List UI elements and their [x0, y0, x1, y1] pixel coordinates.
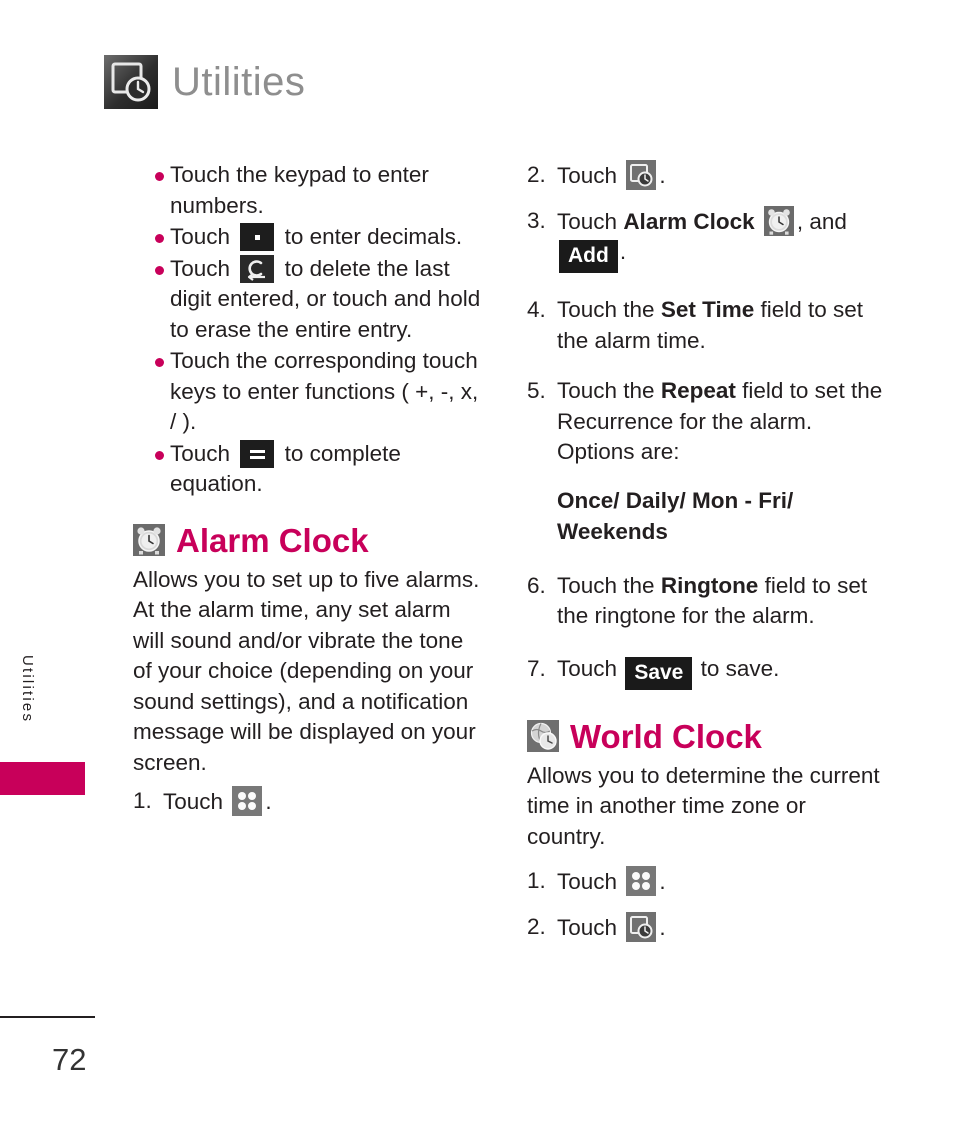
calculator-tips-list: Touch the keypad to enter numbers. Touch… — [133, 160, 488, 500]
save-button[interactable]: Save — [625, 656, 693, 690]
step-number: 1. — [133, 788, 152, 813]
alarm-clock-steps-right: 2. Touch . 3. Touch Alarm Clock , and Ad… — [527, 160, 887, 690]
step-text-pre: Touch the — [557, 297, 655, 322]
step-text-pre: Touch — [557, 869, 618, 894]
list-item-text-pre: Touch — [170, 440, 231, 466]
side-tab-label: Utilities — [19, 655, 36, 724]
right-column: 2. Touch . 3. Touch Alarm Clock , and Ad… — [527, 160, 887, 957]
list-item-text-pre: Touch — [170, 224, 231, 249]
list-item: 2. Touch . — [527, 911, 887, 944]
section-heading-world-clock: World Clock — [527, 720, 887, 753]
step-text-pre: Touch — [557, 208, 618, 234]
section-title: Alarm Clock — [176, 521, 369, 559]
page-title: Utilities — [172, 60, 306, 104]
list-item: 2. Touch . — [527, 160, 887, 192]
list-item-text: Touch the keypad to enter numbers. — [170, 162, 429, 218]
clear-backspace-key-icon[interactable] — [240, 254, 275, 283]
list-item-text-post: to enter decimals. — [284, 224, 463, 249]
list-item: Touch to delete the last digit entered, … — [133, 254, 488, 346]
section-title: World Clock — [570, 717, 762, 755]
list-item: Touch the keypad to enter numbers. — [133, 160, 488, 221]
step-text-pre: Touch — [557, 163, 618, 188]
left-column: Touch the keypad to enter numbers. Touch… — [133, 160, 488, 834]
step-number: 4. — [527, 297, 546, 322]
step-text-bold: Alarm Clock — [623, 208, 755, 234]
list-item: Touch to complete equation. — [133, 439, 488, 500]
step-text-post: . — [619, 239, 627, 264]
step-text-bold: Repeat — [660, 378, 736, 403]
step-number: 6. — [527, 572, 546, 598]
step-text-pre: Touch the — [557, 378, 655, 403]
list-item: 6. Touch the Ringtone field to set the r… — [527, 571, 887, 632]
bullet-dot-icon — [155, 265, 164, 275]
list-item: 1. Touch . — [527, 866, 887, 898]
bullet-dot-icon — [155, 358, 164, 367]
list-item: 3. Touch Alarm Clock , and Add. — [527, 205, 887, 273]
list-item-text: Touch the corresponding touch keys to en… — [170, 348, 479, 434]
utilities-clock-icon[interactable] — [626, 160, 657, 190]
step-text-mid: , and — [796, 208, 847, 234]
list-item: Touch to enter decimals. — [133, 222, 488, 253]
step-number: 1. — [527, 868, 546, 893]
side-tab-marker — [0, 762, 85, 795]
step-text-post: to save. — [700, 655, 780, 681]
world-clock-description: Allows you to determine the current time… — [527, 762, 880, 849]
step-number: 2. — [527, 162, 546, 187]
list-item-text-pre: Touch — [170, 255, 231, 281]
list-item: Touch the corresponding touch keys to en… — [133, 346, 488, 438]
step-text-post: . — [659, 914, 666, 940]
menu-grid-icon[interactable] — [232, 786, 263, 816]
step-number: 2. — [527, 913, 546, 939]
bullet-dot-icon — [155, 234, 164, 243]
bullet-dot-icon — [155, 450, 164, 460]
utilities-clock-icon — [104, 55, 158, 109]
world-clock-globe-icon — [527, 720, 559, 752]
repeat-options: Once/ Daily/ Mon - Fri/ Weekends — [557, 487, 794, 544]
page-header: Utilities — [104, 55, 305, 109]
step-text-post: . — [265, 789, 272, 814]
alarm-clock-steps-left: 1. Touch . — [133, 786, 488, 818]
step-number: 3. — [527, 207, 546, 233]
add-button[interactable]: Add — [559, 240, 618, 273]
menu-grid-icon[interactable] — [626, 866, 657, 896]
section-heading-alarm-clock: Alarm Clock — [133, 524, 488, 557]
step-text-post: . — [659, 869, 666, 894]
decimal-point-key-icon[interactable] — [240, 223, 275, 251]
step-text-pre: Touch — [557, 655, 618, 681]
step-text-pre: Touch the — [557, 572, 655, 598]
list-item: 5. Touch the Repeat field to set the Rec… — [527, 376, 887, 547]
list-item: 1. Touch . — [133, 786, 488, 818]
step-text-pre: Touch — [163, 789, 224, 814]
step-number: 7. — [527, 655, 546, 681]
equals-key-icon[interactable] — [240, 439, 275, 468]
list-item: 4. Touch the Set Time field to set the a… — [527, 295, 887, 356]
step-text-bold: Ringtone — [660, 572, 759, 598]
list-item: 7. Touch Save to save. — [527, 654, 887, 690]
step-text-post: . — [659, 163, 666, 188]
alarm-clock-description: Allows you to set up to five alarms. At … — [133, 566, 480, 775]
page-number: 72 — [52, 1042, 87, 1077]
alarm-clock-icon[interactable] — [763, 205, 794, 236]
step-number: 5. — [527, 378, 546, 403]
utilities-clock-icon[interactable] — [626, 911, 657, 942]
footer-divider — [0, 1016, 95, 1018]
alarm-clock-icon — [133, 524, 165, 556]
step-text-bold: Set Time — [660, 297, 755, 322]
step-text-pre: Touch — [557, 914, 618, 940]
world-clock-steps: 1. Touch . 2. Touch . — [527, 866, 887, 943]
bullet-dot-icon — [155, 172, 164, 181]
